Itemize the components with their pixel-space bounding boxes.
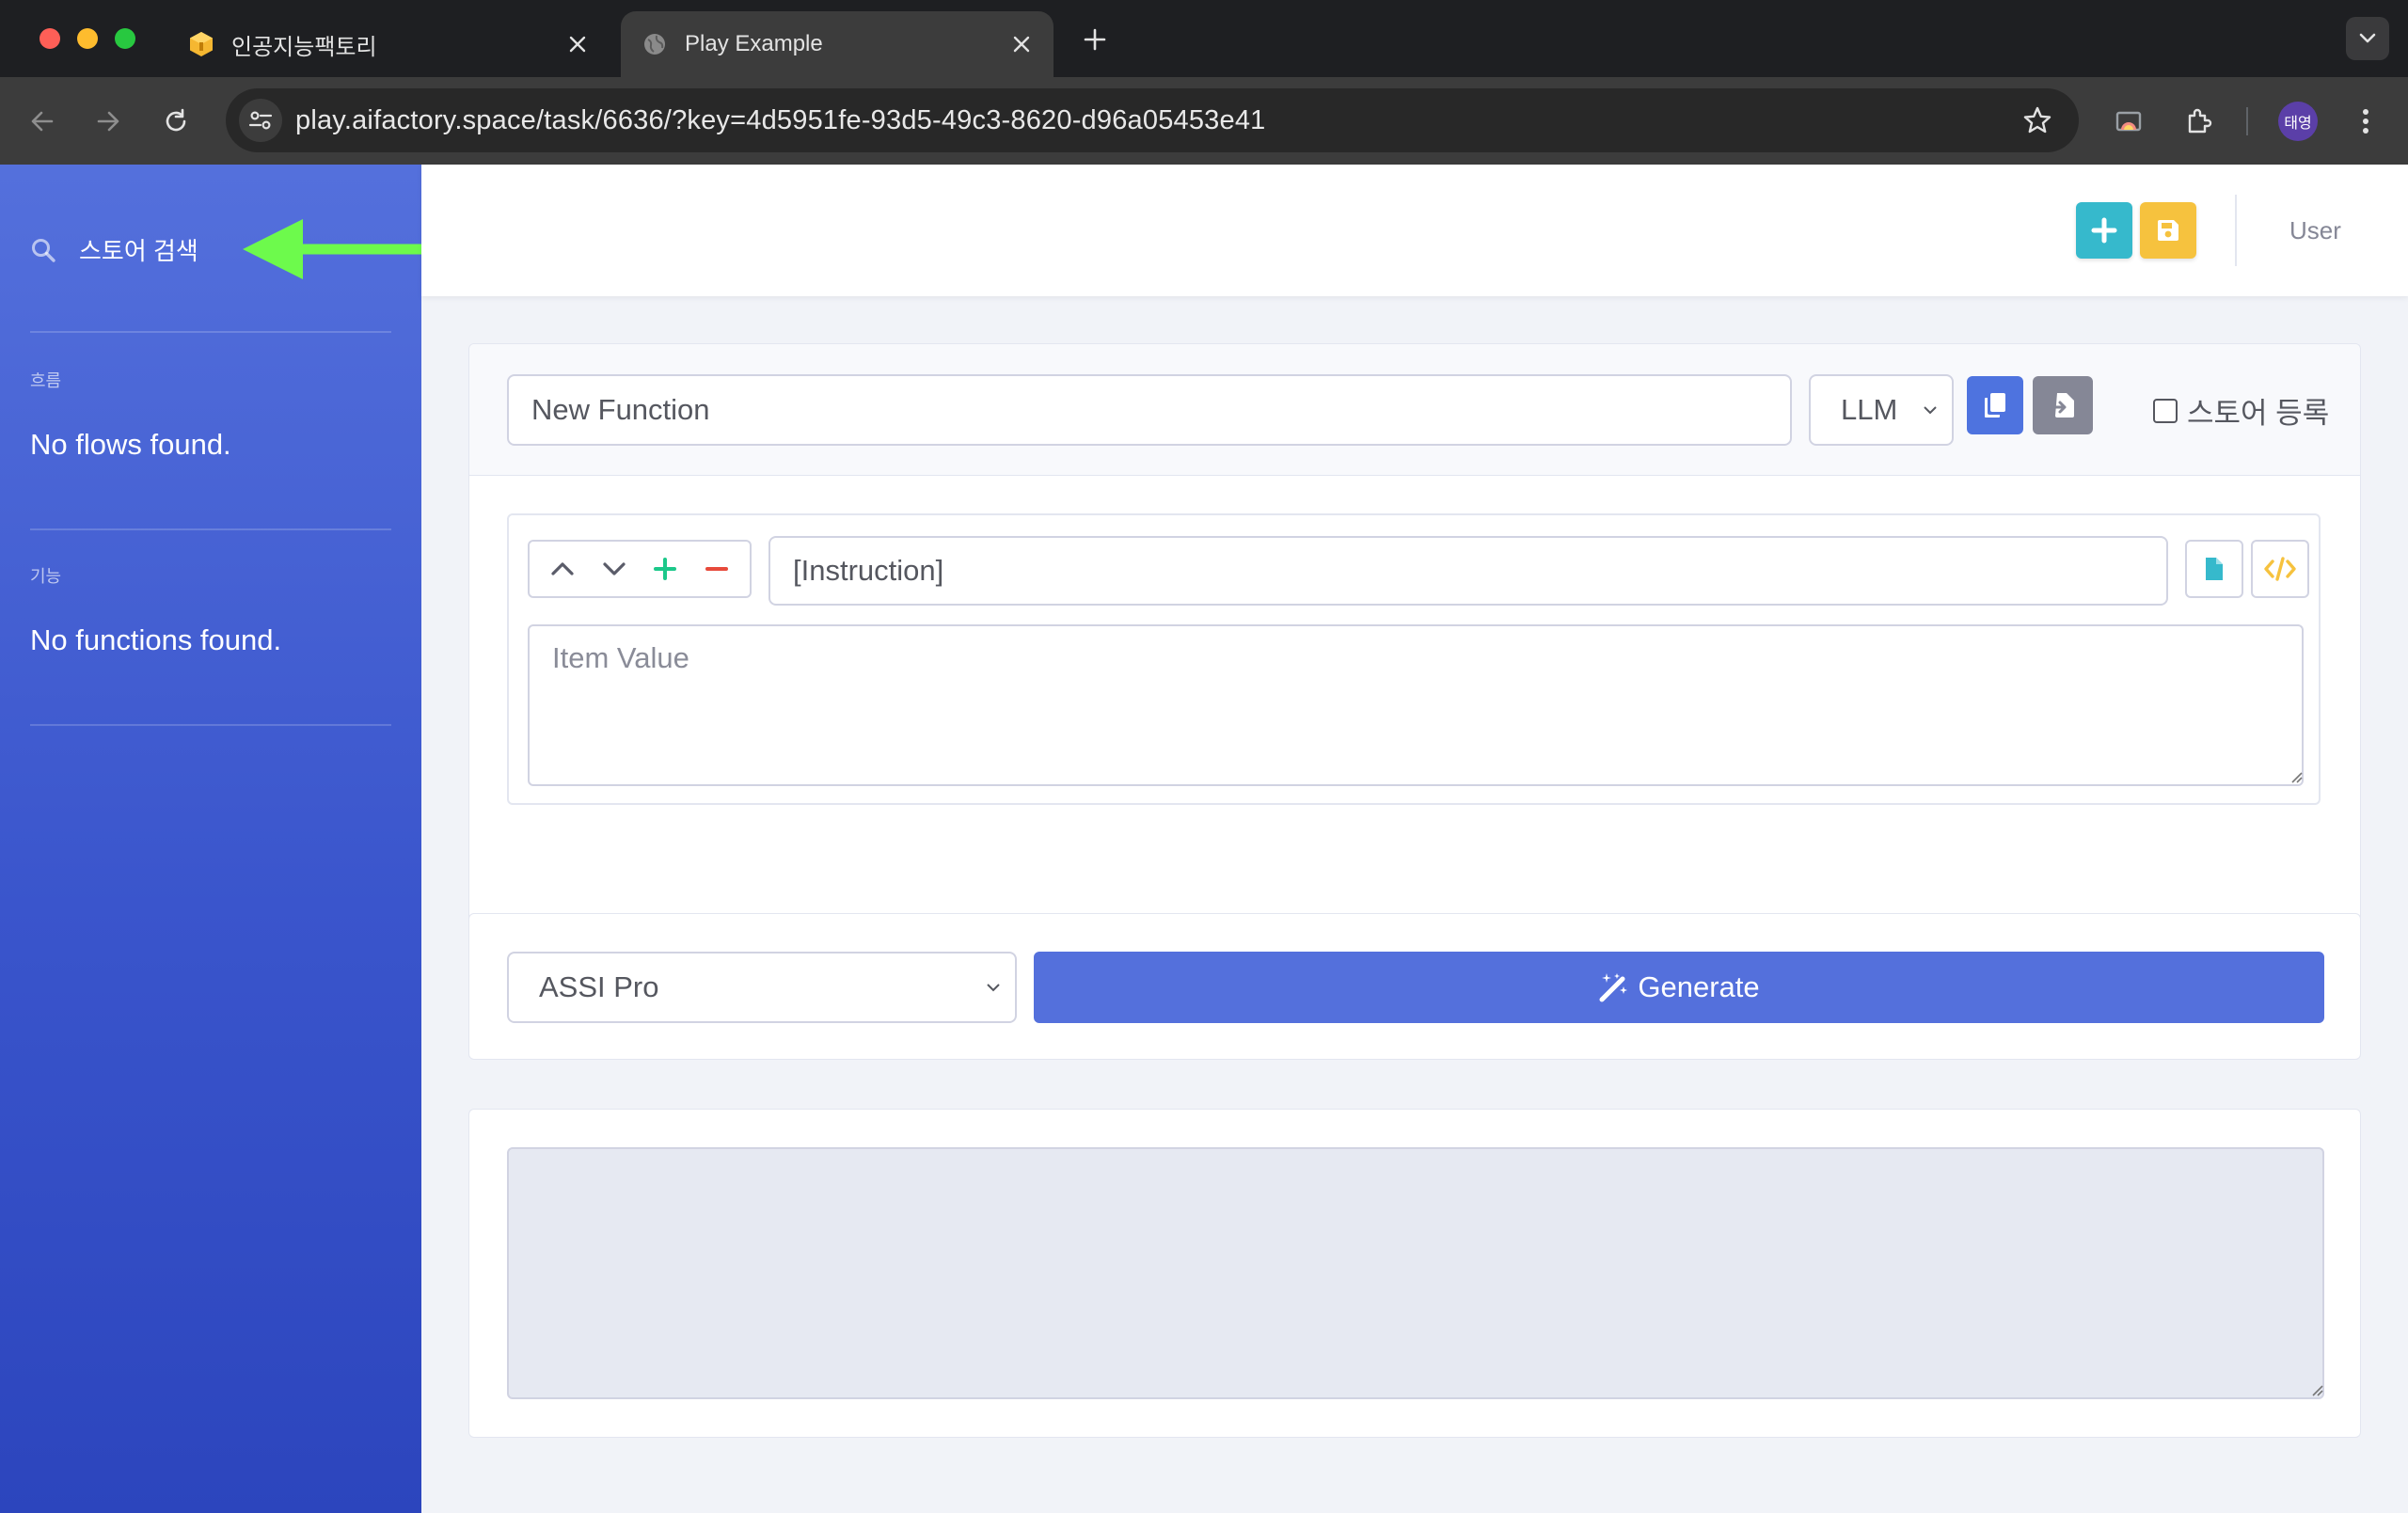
window-minimize-button[interactable] [77,28,98,49]
import-button[interactable] [2033,376,2093,434]
search-icon [32,238,55,262]
model-select[interactable]: ASSI Pro [507,952,1017,1023]
chevron-down-icon [987,984,1000,992]
toolbar-divider [2246,107,2248,135]
resize-handle-icon[interactable] [2309,1382,2324,1397]
generate-button[interactable]: Generate [1034,952,2324,1023]
browser-toolbar: play.aifactory.space/task/6636/?key=4d59… [0,77,2408,165]
url-text[interactable]: play.aifactory.space/task/6636/?key=4d59… [295,105,1266,136]
chevron-down-icon [603,562,626,575]
back-button[interactable] [21,100,64,143]
output-textarea[interactable] [507,1147,2324,1399]
sidebar-heading-flows: 흐름 [30,371,62,390]
model-select-value: ASSI Pro [539,970,659,1003]
cast-icon[interactable] [2107,100,2150,143]
function-editor-header: New Function LLM 스토어 등록 [469,344,2360,476]
file-icon [2206,558,2223,580]
remove-item-button[interactable] [695,547,738,591]
item-controls [528,540,752,598]
window-close-button[interactable] [40,28,60,49]
code-icon [2264,557,2296,581]
add-button[interactable] [2076,202,2132,259]
add-item-button[interactable] [643,547,687,591]
copy-icon [1985,393,2005,418]
extension-icon[interactable] [2177,100,2220,143]
more-menu-icon[interactable] [2344,100,2387,143]
close-icon[interactable] [559,25,596,63]
sidebar-heading-functions: 기능 [30,567,62,586]
save-button[interactable] [2140,202,2196,259]
store-register-label: 스토어 등록 [2187,397,2330,430]
save-icon [2158,220,2178,241]
generate-label: Generate [1638,970,1760,1003]
move-up-button[interactable] [541,547,584,591]
flows-empty-text: No flows found. [30,428,231,461]
globe-icon [642,31,668,57]
item-value-textarea[interactable]: Item Value [528,624,2304,786]
browser-tab-play-example[interactable]: Play Example [621,11,1054,77]
import-icon [2050,393,2074,418]
tab-search-button[interactable] [2346,17,2389,60]
tab-title: 인공지능팩토리 [231,34,377,60]
resize-handle-icon[interactable] [2289,769,2304,784]
minus-icon [705,567,728,571]
output-card [468,1109,2361,1438]
tab-title: Play Example [685,31,823,56]
prompt-item: [Instruction] Item Value [507,513,2321,805]
address-bar[interactable]: play.aifactory.space/task/6636/?key=4d59… [226,88,2079,152]
store-search-link[interactable]: 스토어 검색 [30,232,198,267]
document-button[interactable] [2185,540,2243,598]
chevron-down-icon [1924,406,1937,415]
browser-tab-aifactory[interactable]: 인공지능팩토리 [167,11,610,77]
site-settings-icon[interactable] [239,99,282,142]
topnav-divider [2235,195,2237,266]
profile-avatar[interactable]: 태영 [2278,102,2318,141]
browser-tab-strip: 인공지능팩토리 Play Example [0,0,2408,77]
sidebar: 스토어 검색 흐름 No flows found. 기능 No function… [0,165,465,1513]
sidebar-divider [30,724,391,726]
top-navbar: User [421,165,2408,296]
main-content: User New Function LLM 스토어 등록 [Instructio… [421,165,2408,1513]
plus-icon [654,558,677,580]
move-down-button[interactable] [593,547,636,591]
new-tab-button[interactable] [1074,19,1116,60]
magic-wand-icon [1599,973,1628,1002]
function-name-input[interactable]: New Function [507,374,1792,446]
window-zoom-button[interactable] [115,28,135,49]
user-menu[interactable]: User [2289,216,2341,245]
store-register-toggle[interactable]: 스토어 등록 [2153,389,2329,432]
code-button[interactable] [2251,540,2309,598]
close-icon[interactable] [1003,25,1040,63]
reload-button[interactable] [154,100,198,143]
store-register-checkbox[interactable] [2153,398,2178,423]
generate-card: ASSI Pro Generate [468,913,2361,1060]
item-key-input[interactable]: [Instruction] [768,536,2168,606]
chevron-up-icon [551,562,574,575]
sidebar-divider [30,528,391,530]
forward-button[interactable] [87,100,130,143]
aifactory-favicon-icon [188,31,214,57]
functions-empty-text: No functions found. [30,623,282,656]
sidebar-divider [30,331,391,333]
function-type-select[interactable]: LLM [1809,374,1954,446]
copy-button[interactable] [1967,376,2023,434]
star-icon[interactable] [2019,102,2056,139]
store-search-label: 스토어 검색 [79,237,198,265]
plus-icon [2091,217,2117,244]
function-type-value: LLM [1841,393,1898,426]
